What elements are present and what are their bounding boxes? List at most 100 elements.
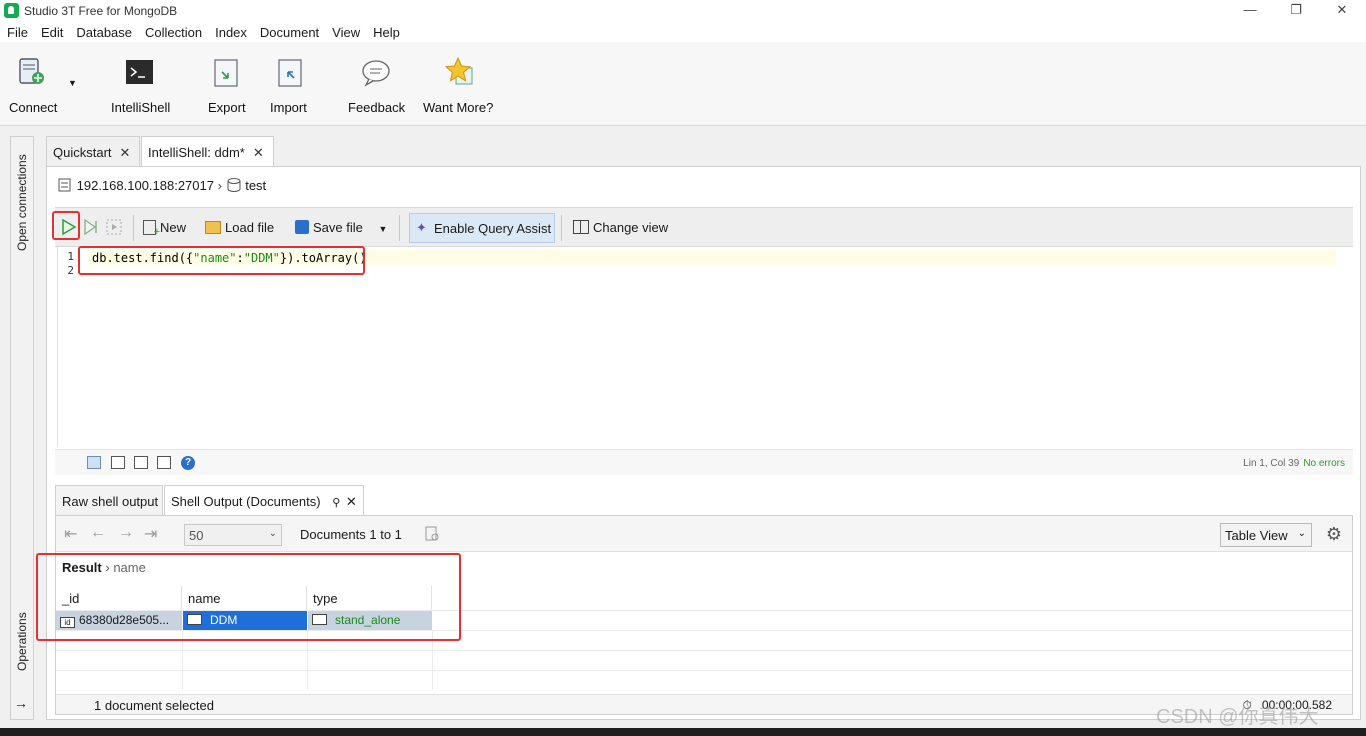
pager: ⇤ ← → ⇥ 50 ⌄ Documents 1 to 1 Table View ⌄… — [56, 516, 1352, 552]
save-icon — [295, 220, 309, 234]
operations-toggle[interactable]: Operations — [15, 612, 29, 671]
magic-wand-icon: ✦ — [416, 220, 427, 235]
connect-label: Connect — [9, 100, 58, 115]
menu-edit[interactable]: Edit — [34, 22, 69, 40]
annotation-box-result — [36, 553, 461, 641]
grid-line — [56, 670, 1352, 671]
help-icon[interactable]: ? — [181, 456, 195, 470]
comment-icon[interactable] — [157, 456, 171, 469]
database-icon — [227, 178, 241, 192]
save-file-label: Save file — [313, 220, 363, 235]
window-title: Studio 3T Free for MongoDB — [24, 4, 178, 18]
tab-shell-output-documents[interactable]: Shell Output (Documents) ⚲ ✕ — [164, 485, 364, 515]
connection-breadcrumb: 192.168.100.188:27017 › test — [57, 177, 266, 199]
menu-database[interactable]: Database — [69, 22, 138, 40]
csdn-watermark: CSDN @你真伟大 — [1156, 706, 1319, 728]
star-icon — [444, 56, 473, 85]
menu-file[interactable]: File — [0, 22, 34, 40]
save-file-button[interactable]: Save file ▼ — [295, 220, 387, 235]
menu-help[interactable]: Help — [366, 22, 406, 40]
enable-query-assist-button[interactable]: ✦ Enable Query Assist — [409, 213, 555, 243]
next-page-icon[interactable]: → — [118, 524, 134, 542]
export-label: Export — [208, 100, 246, 115]
indent-icon[interactable] — [134, 456, 148, 469]
close-button[interactable]: ✕ — [1322, 2, 1362, 20]
toolbar-separator — [561, 215, 562, 241]
code-editor[interactable]: 1 2 db.test.find({"name":"DDM"}).toArray… — [57, 247, 1336, 447]
run-selection-icon[interactable] — [105, 218, 123, 236]
split-view-icon — [573, 220, 589, 234]
open-connections-toggle[interactable]: Open connections — [15, 154, 29, 251]
import-icon — [278, 59, 302, 87]
toolbar-separator — [399, 215, 400, 241]
chevron-down-icon: ⌄ — [268, 528, 277, 539]
folder-icon — [205, 221, 221, 234]
view-mode-select[interactable]: Table View ⌄ — [1220, 523, 1312, 547]
editor-footer: ? Lin 1, Col 39 No errors — [55, 449, 1353, 475]
chevron-down-icon: ⌄ — [1297, 528, 1306, 539]
tab-quickstart-label: Quickstart — [53, 145, 112, 160]
editor-status: Lin 1, Col 39 No errors — [1243, 458, 1345, 469]
left-rail: Open connections Operations → — [10, 136, 34, 720]
cursor-position: Lin 1, Col 39 — [1243, 458, 1300, 469]
editor-toolbar: + New Load file Save file ▼ ✦ Enable Quer… — [55, 207, 1353, 247]
first-page-icon[interactable]: ⇤ — [64, 524, 77, 544]
main-toolbar: ▼ Connect IntelliShell Export Import Fee… — [0, 42, 1366, 126]
view-mode-value: Table View — [1225, 528, 1288, 543]
load-file-button[interactable]: Load file — [205, 220, 274, 235]
format-icon[interactable] — [87, 456, 101, 469]
annotation-box-run — [52, 211, 80, 240]
connection-host[interactable]: 192.168.100.188:27017 — [77, 178, 214, 193]
import-label: Import — [270, 100, 307, 115]
arrow-right-icon[interactable]: → — [14, 695, 28, 711]
tab-intellishell-label: IntelliShell: ddm* — [148, 145, 245, 160]
close-tab-icon[interactable]: ✕ — [346, 494, 357, 509]
menu-collection[interactable]: Collection — [138, 22, 208, 40]
toolbar-separator — [133, 215, 134, 241]
query-profile-icon[interactable] — [424, 526, 440, 542]
terminal-icon — [126, 60, 153, 84]
close-tab-icon[interactable]: ✕ — [120, 145, 131, 160]
align-icon[interactable] — [111, 456, 125, 469]
line-gutter: 1 2 — [58, 247, 88, 447]
pin-icon[interactable]: ⚲ — [332, 497, 340, 509]
tab-quickstart[interactable]: Quickstart ✕ — [46, 136, 140, 166]
prev-page-icon[interactable]: ← — [90, 524, 106, 542]
chevron-down-icon[interactable]: ▼ — [379, 224, 388, 234]
query-assist-label: Enable Query Assist — [434, 221, 552, 236]
menu-index[interactable]: Index — [208, 22, 253, 40]
menu-view[interactable]: View — [325, 22, 366, 40]
new-label: New — [160, 220, 187, 235]
taskbar-strip — [0, 728, 1366, 736]
connect-icon — [19, 58, 44, 84]
chevron-right-icon: › — [217, 178, 222, 193]
export-icon — [214, 59, 238, 87]
new-file-icon: + — [143, 220, 160, 238]
change-view-label: Change view — [593, 220, 669, 235]
change-view-button[interactable]: Change view — [573, 220, 668, 235]
gear-icon[interactable]: ⚙ — [1326, 524, 1342, 545]
minimize-button[interactable]: — — [1230, 2, 1270, 20]
page-size-select[interactable]: 50 ⌄ — [184, 524, 282, 546]
want-more-label: Want More? — [423, 100, 494, 115]
document-count: Documents 1 to 1 — [300, 527, 402, 542]
run-line-icon[interactable] — [81, 218, 99, 236]
last-page-icon[interactable]: ⇥ — [144, 524, 157, 544]
page-size-value: 50 — [189, 528, 204, 543]
connection-db[interactable]: test — [245, 178, 266, 193]
server-icon — [58, 178, 71, 192]
load-file-label: Load file — [225, 220, 275, 235]
close-tab-icon[interactable]: ✕ — [253, 145, 264, 160]
selection-status: 1 document selected — [94, 698, 214, 713]
title-bar: Studio 3T Free for MongoDB — ❐ ✕ — [0, 0, 1366, 22]
menu-document[interactable]: Document — [253, 22, 325, 40]
feedback-label: Feedback — [348, 100, 406, 115]
tab-intellishell[interactable]: IntelliShell: ddm* ✕ — [141, 136, 274, 167]
connect-dropdown-icon[interactable]: ▼ — [68, 78, 77, 88]
new-button[interactable]: + New — [143, 220, 187, 238]
menu-bar: File Edit Database Collection Index Document V… — [0, 22, 1366, 42]
error-status: No errors — [1303, 458, 1345, 469]
maximize-button[interactable]: ❐ — [1276, 2, 1316, 20]
grid-line — [56, 650, 1352, 651]
tab-raw-shell-output[interactable]: Raw shell output — [55, 485, 163, 515]
